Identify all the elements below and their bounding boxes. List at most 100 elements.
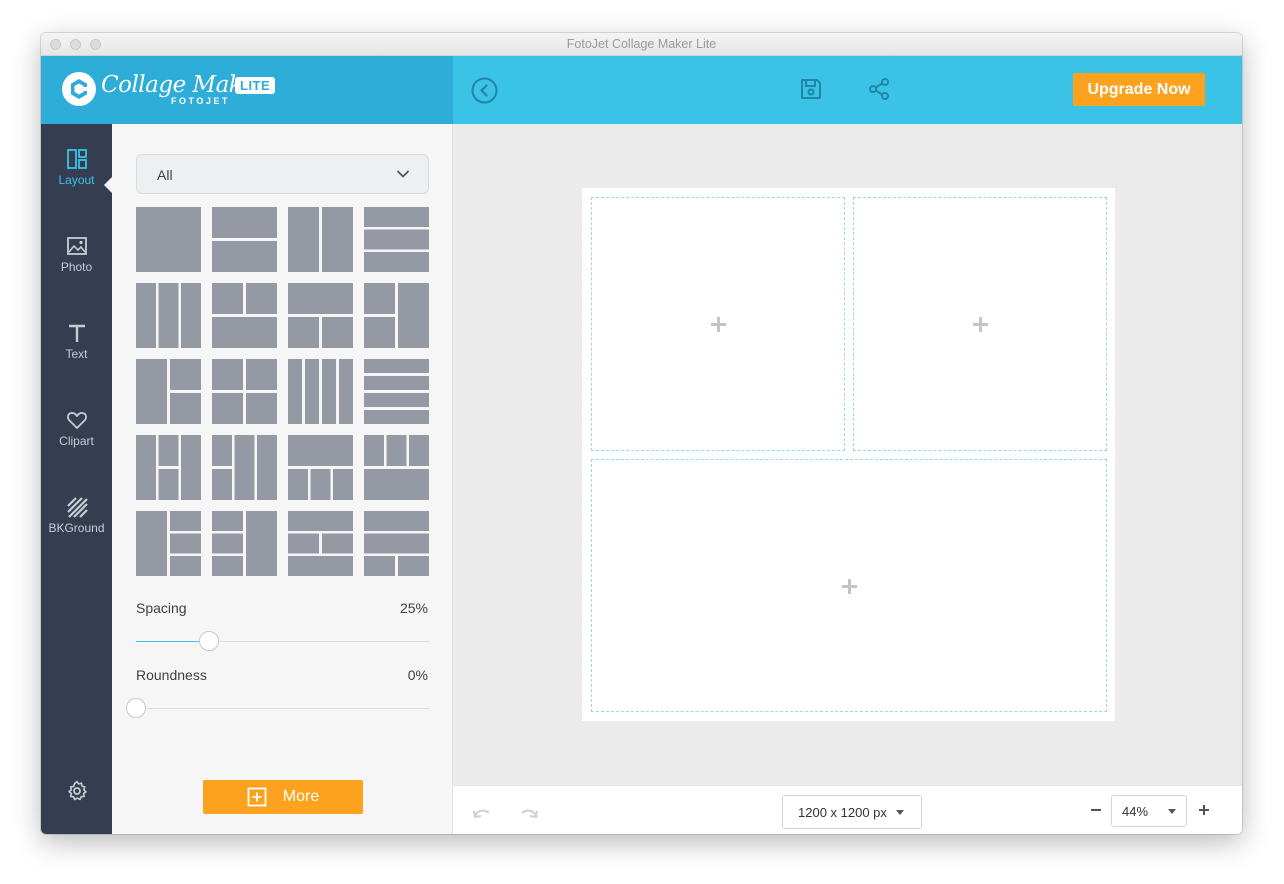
layout-thumbnail[interactable] [288, 359, 353, 424]
roundness-label: Roundness [136, 667, 207, 683]
logo-wordmark: Collage Maker FOTOJET LITE [101, 69, 279, 109]
gear-icon [68, 780, 87, 801]
undo-icon [473, 809, 490, 819]
layout-preview-icon [288, 511, 353, 576]
sidebar-item-clipart[interactable]: Clipart [41, 409, 112, 469]
layout-thumbnail[interactable] [364, 207, 429, 272]
layout-preview-icon [364, 359, 429, 424]
undo-button[interactable] [471, 802, 493, 824]
layout-thumbnail[interactable] [136, 207, 201, 272]
sidebar-item-label: Text [65, 347, 88, 361]
layout-thumbnail[interactable] [364, 435, 429, 500]
layout-preview-icon [212, 207, 277, 272]
roundness-value: 0% [407, 667, 428, 683]
sidebar-item-label: Layout [58, 173, 95, 187]
spacing-slider[interactable] [136, 631, 429, 651]
settings-button[interactable] [66, 780, 88, 802]
zoom-out-button[interactable] [1089, 801, 1103, 819]
chevron-left-circle-icon [471, 77, 498, 104]
layout-preview-icon [364, 435, 429, 500]
upgrade-now-button[interactable]: Upgrade Now [1073, 73, 1205, 106]
layout-thumbnail[interactable] [288, 511, 353, 576]
layout-thumbnail[interactable] [288, 435, 353, 500]
caret-down-icon [1168, 809, 1176, 814]
layout-category-value: All [157, 167, 173, 183]
bottom-toolbar: 1200 x 1200 px 44% [453, 785, 1242, 834]
layout-thumbnail[interactable] [288, 207, 353, 272]
sidebar-item-label: Photo [60, 260, 93, 274]
layout-preview-icon [136, 435, 201, 500]
layout-thumbnail-grid [136, 207, 429, 576]
sidebar-item-text[interactable]: Text [41, 322, 112, 382]
layout-category-select[interactable]: All [136, 154, 429, 194]
image-icon [66, 237, 87, 255]
layout-thumbnail[interactable] [212, 359, 277, 424]
layout-thumbnail[interactable] [212, 511, 277, 576]
back-button[interactable] [471, 77, 498, 104]
lite-badge: LITE [235, 77, 276, 94]
app-window: FotoJet Collage Maker Lite Collage Maker… [41, 33, 1242, 834]
layout-preview-icon [364, 511, 429, 576]
spacing-slider-handle[interactable] [199, 631, 220, 651]
layout-preview-icon [212, 511, 277, 576]
collage-canvas [582, 188, 1115, 721]
zoom-value: 44% [1122, 804, 1149, 819]
spacing-slider-fill [136, 641, 210, 642]
layout-thumbnail[interactable] [212, 283, 277, 348]
app-logo: Collage Maker FOTOJET LITE [61, 69, 279, 109]
photo-cell-top-right[interactable] [853, 197, 1107, 451]
save-button[interactable] [799, 77, 823, 101]
layout-preview-icon [136, 511, 201, 576]
zoom-select[interactable]: 44% [1111, 795, 1187, 827]
layout-thumbnail[interactable] [212, 207, 277, 272]
layout-preview-icon [288, 207, 353, 272]
sidebar-item-photo[interactable]: Photo [41, 235, 112, 295]
share-icon [869, 78, 889, 100]
sidebar-item-layout[interactable]: Layout [41, 148, 112, 208]
more-button-label: More [282, 788, 320, 805]
layout-thumbnail[interactable] [364, 359, 429, 424]
layout-preview-icon [212, 283, 277, 348]
background-stripes-icon [66, 497, 88, 518]
canvas-size-select[interactable]: 1200 x 1200 px [782, 795, 922, 829]
canvas-size-value: 1200 x 1200 px [798, 805, 887, 820]
spacing-value: 25% [399, 600, 428, 616]
workspace [453, 124, 1242, 785]
photo-cell-bottom[interactable] [591, 459, 1107, 712]
minus-icon [1091, 809, 1101, 811]
layout-panel: All Spacing 25% Roundness 0% More [112, 124, 453, 834]
redo-button[interactable] [518, 802, 540, 824]
add-square-icon [247, 787, 267, 807]
roundness-slider[interactable] [126, 698, 429, 718]
sidebar-item-label: BKGround [48, 521, 105, 535]
layout-thumbnail[interactable] [136, 511, 201, 576]
sidebar-item-label: Clipart [59, 434, 94, 448]
layout-preview-icon [288, 359, 353, 424]
layout-preview-icon [136, 359, 201, 424]
fotojet-logo-icon [62, 72, 96, 106]
redo-icon [521, 809, 538, 819]
add-photo-icon [842, 578, 857, 594]
layout-thumbnail[interactable] [136, 435, 201, 500]
sidebar-item-background[interactable]: BKGround [41, 496, 112, 556]
layout-thumbnail[interactable] [136, 283, 201, 348]
brand-header: Collage Maker FOTOJET LITE [41, 56, 453, 124]
heart-icon [66, 412, 87, 429]
left-sidebar: Layout Photo Text Clipart BKGround [41, 124, 112, 834]
zoom-in-button[interactable] [1197, 801, 1211, 819]
roundness-slider-handle[interactable] [126, 698, 146, 718]
share-button[interactable] [867, 77, 891, 101]
layout-thumbnail[interactable] [364, 283, 429, 348]
logo-subtext: FOTOJET [171, 96, 230, 106]
photo-cell-top-left[interactable] [591, 197, 845, 451]
layout-thumbnail[interactable] [364, 511, 429, 576]
layout-thumbnail[interactable] [136, 359, 201, 424]
layout-preview-icon [212, 435, 277, 500]
layout-preview-icon [364, 207, 429, 272]
plus-icon [1199, 805, 1209, 815]
layout-thumbnail[interactable] [288, 283, 353, 348]
layout-thumbnail[interactable] [212, 435, 277, 500]
layout-icon [66, 149, 87, 169]
caret-down-icon [896, 810, 904, 815]
more-layouts-button[interactable]: More [203, 780, 363, 814]
